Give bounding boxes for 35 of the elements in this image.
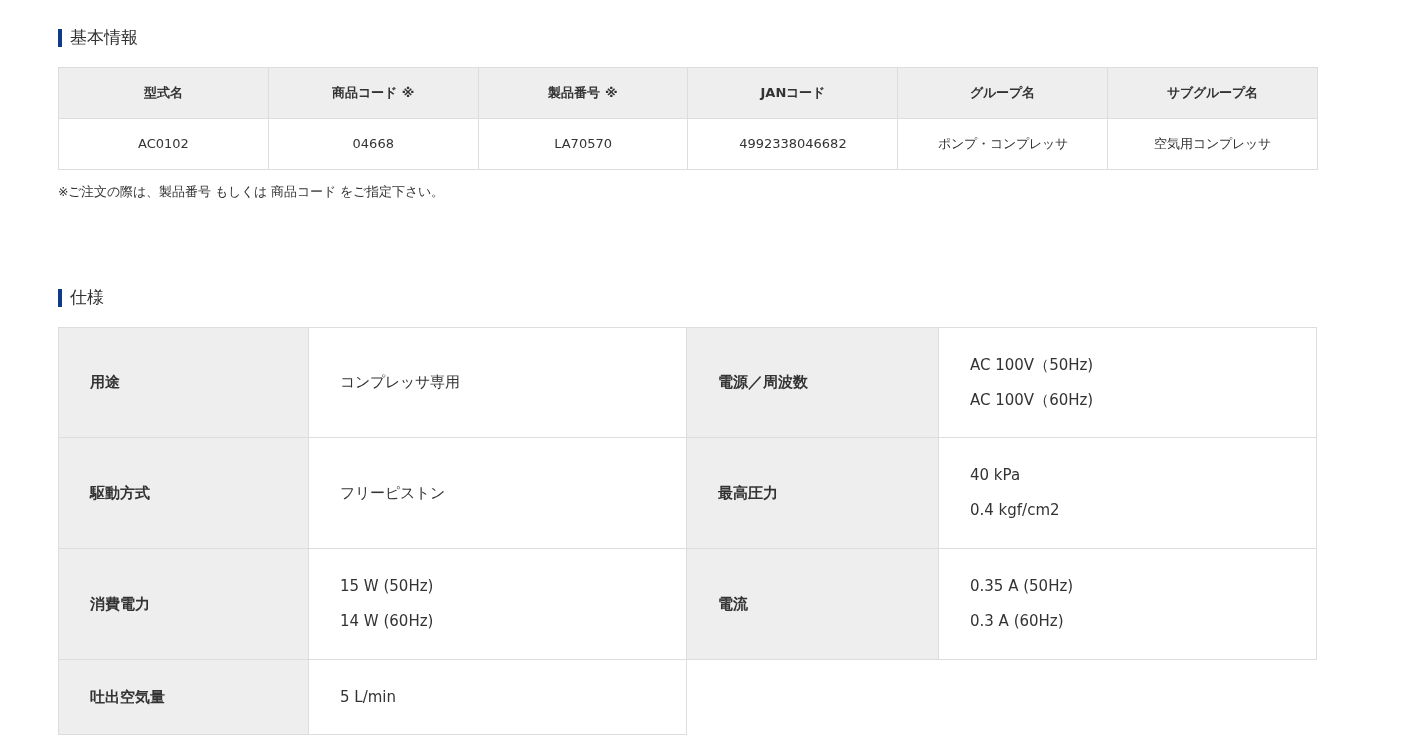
spec-value: コンプレッサ専用: [340, 372, 461, 394]
spec-label: 電源／周波数: [687, 326, 939, 438]
column-header: グループ名: [898, 68, 1109, 119]
spec-value: 5 L/min: [340, 686, 397, 708]
spec-value: 0.3 A (60Hz): [970, 611, 1065, 633]
spec-label: 吐出空気量: [58, 659, 309, 735]
column-header: 型式名: [59, 68, 269, 119]
table-cell: ポンプ・コンプレッサ: [898, 119, 1109, 170]
column-header: JANコード: [688, 68, 899, 119]
spec-label: 駆動方式: [58, 437, 309, 549]
table-cell: LA70570: [478, 119, 689, 170]
table-cell: AC0102: [59, 119, 269, 170]
spec-value: AC 100V（50Hz): [970, 354, 1095, 376]
table-cell: 空気用コンプレッサ: [1108, 119, 1318, 170]
section-heading: 仕様: [70, 286, 104, 309]
spec-value: 14 W (60Hz): [340, 611, 435, 633]
heading-accent-bar: [58, 288, 62, 307]
spec-value: 40 kPa: [970, 465, 1022, 487]
spec-label: 消費電力: [58, 548, 309, 660]
spec-value: 0.35 A (50Hz): [970, 576, 1075, 598]
column-header: 商品コード ※: [268, 68, 479, 119]
column-header: サブグループ名: [1108, 68, 1318, 119]
spec-label: 用途: [58, 326, 309, 438]
heading-accent-bar: [58, 29, 62, 47]
section-heading: 基本情報: [70, 26, 138, 50]
spec-label: 最高圧力: [687, 437, 939, 549]
spec-value: AC 100V（60Hz): [970, 389, 1095, 411]
spec-label: 電流: [687, 548, 939, 660]
spec-value: 0.4 kgf/cm2: [970, 500, 1061, 522]
spec-value: 15 W (50Hz): [340, 576, 435, 598]
table-cell: 4992338046682: [688, 119, 899, 170]
column-header: 製品番号 ※: [478, 68, 689, 119]
spec-value: フリーピストン: [340, 482, 446, 504]
order-note: ※ご注文の際は、製品番号 もしくは 商品コード をご指定下さい。: [58, 183, 446, 201]
table-cell: 04668: [268, 119, 479, 170]
